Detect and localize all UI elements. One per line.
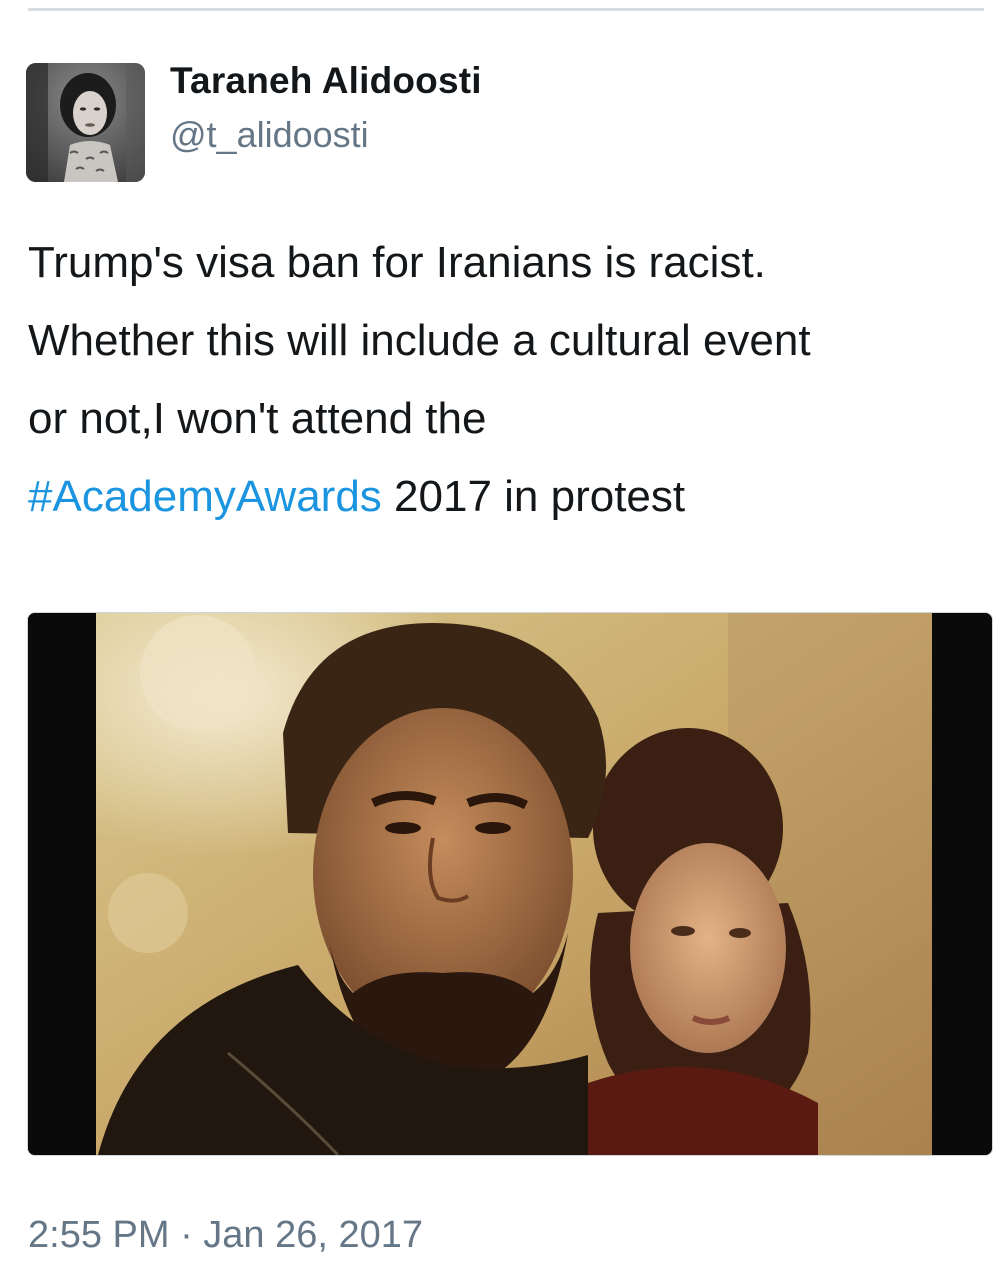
tweet-screenshot: Taraneh Alidoosti @t_alidoosti Trump's v… (0, 0, 1006, 1280)
avatar[interactable] (26, 63, 145, 182)
avatar-photo-icon (26, 63, 145, 182)
top-divider (28, 8, 984, 11)
author-handle[interactable]: @t_alidoosti (170, 114, 369, 156)
tweet-text-line-2: Whether this will include a cultural eve… (28, 316, 811, 365)
tweet-text: Trump's visa ban for Iranians is racist.… (28, 224, 998, 536)
tweet-text-line-4: #AcademyAwards 2017 in protest (28, 458, 998, 536)
tweet-text-line-1: Trump's visa ban for Iranians is racist. (28, 238, 766, 287)
film-still-photo-icon (28, 613, 992, 1155)
tweet-media-image[interactable] (27, 612, 993, 1156)
author-display-name[interactable]: Taraneh Alidoosti (170, 60, 482, 102)
tweet-timestamp[interactable]: 2:55 PM · Jan 26, 2017 (28, 1214, 423, 1257)
tweet-text-line-4-rest: 2017 in protest (381, 472, 686, 521)
hashtag-link[interactable]: #AcademyAwards (28, 472, 382, 521)
tweet-text-line-3: or not,I won't attend the (28, 394, 487, 443)
